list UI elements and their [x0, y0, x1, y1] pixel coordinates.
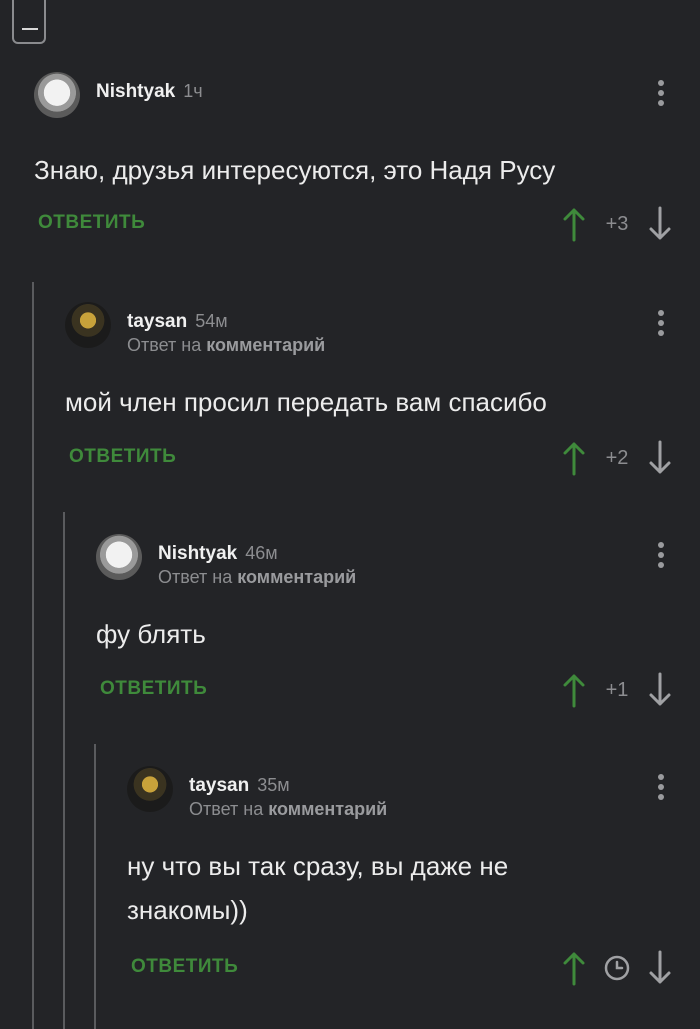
downvote-arrow-icon[interactable]	[646, 672, 674, 708]
comment: Nishtyak 1ч Знаю, друзья интересуются, эт…	[34, 72, 700, 244]
avatar[interactable]	[127, 766, 173, 812]
upvote-arrow-icon[interactable]	[560, 206, 588, 242]
comment-text: Знаю, друзья интересуются, это Надя Русу	[34, 155, 556, 185]
upvote-arrow-icon[interactable]	[560, 672, 588, 708]
comment-time: 1ч	[183, 81, 203, 101]
comment-time: 46м	[245, 543, 278, 563]
minus-icon	[22, 28, 38, 30]
collapse-thread-button[interactable]	[12, 0, 46, 44]
comment-text: фу блять	[96, 619, 206, 649]
comment-actions: ОТВЕТИТЬ +1	[96, 670, 700, 710]
vote-controls: +1	[560, 670, 674, 710]
reply-to-label: Ответ на комментарий	[189, 799, 388, 819]
upvote-arrow-icon[interactable]	[560, 440, 588, 476]
avatar[interactable]	[96, 534, 142, 580]
reply-button[interactable]: ОТВЕТИТЬ	[69, 446, 176, 468]
thread-line-3[interactable]	[94, 744, 96, 1029]
vote-controls	[560, 948, 674, 988]
reply-to-link[interactable]: комментарий	[206, 335, 325, 355]
comment-actions: ОТВЕТИТЬ +2	[65, 438, 700, 478]
reply-button[interactable]: ОТВЕТИТЬ	[38, 212, 145, 234]
downvote-arrow-icon[interactable]	[646, 206, 674, 242]
comment-actions: ОТВЕТИТЬ +3	[34, 204, 700, 244]
more-options-icon[interactable]	[656, 542, 666, 572]
comment-actions: ОТВЕТИТЬ	[127, 948, 700, 988]
clock-icon	[588, 954, 646, 982]
comment-text: ну что вы так сразу, вы даже не знакомы)…	[127, 851, 509, 925]
reply-to-link[interactable]: комментарий	[237, 567, 356, 587]
comment-header: Nishtyak 1ч	[34, 72, 700, 122]
reply-button[interactable]: ОТВЕТИТЬ	[100, 678, 207, 700]
username[interactable]: taysan 54м	[127, 311, 228, 333]
username[interactable]: taysan 35м	[189, 775, 290, 797]
score: +1	[605, 678, 629, 701]
more-options-icon[interactable]	[656, 80, 666, 110]
comment-text: мой член просил передать вам спасибо	[65, 387, 547, 417]
downvote-arrow-icon[interactable]	[646, 440, 674, 476]
comment-header: taysan 54м Ответ на комментарий	[65, 302, 700, 355]
username[interactable]: Nishtyak 46м	[158, 543, 278, 565]
reply-to-label: Ответ на комментарий	[127, 335, 326, 355]
comment-time: 54м	[195, 311, 228, 331]
comment-header: Nishtyak 46м Ответ на комментарий	[96, 534, 700, 587]
comment: taysan 54м Ответ на комментарий мой член …	[65, 302, 700, 478]
vote-controls: +2	[560, 438, 674, 478]
downvote-arrow-icon[interactable]	[646, 950, 674, 986]
vote-controls: +3	[560, 204, 674, 244]
reply-to-link[interactable]: комментарий	[268, 799, 387, 819]
score: +2	[605, 446, 629, 469]
thread-line-1[interactable]	[32, 282, 34, 1029]
more-options-icon[interactable]	[656, 310, 666, 340]
reply-to-label: Ответ на комментарий	[158, 567, 357, 587]
avatar[interactable]	[65, 302, 111, 348]
avatar[interactable]	[34, 72, 80, 118]
comment: taysan 35м Ответ на комментарий ну что вы…	[127, 766, 700, 988]
comment-time: 35м	[257, 775, 290, 795]
comment: Nishtyak 46м Ответ на комментарий фу блят…	[96, 534, 700, 710]
reply-button[interactable]: ОТВЕТИТЬ	[131, 956, 238, 978]
more-options-icon[interactable]	[656, 774, 666, 804]
username[interactable]: Nishtyak 1ч	[96, 81, 203, 103]
score: +3	[605, 212, 629, 235]
thread-line-2[interactable]	[63, 512, 65, 1029]
comment-header: taysan 35м Ответ на комментарий	[127, 766, 700, 819]
upvote-arrow-icon[interactable]	[560, 950, 588, 986]
